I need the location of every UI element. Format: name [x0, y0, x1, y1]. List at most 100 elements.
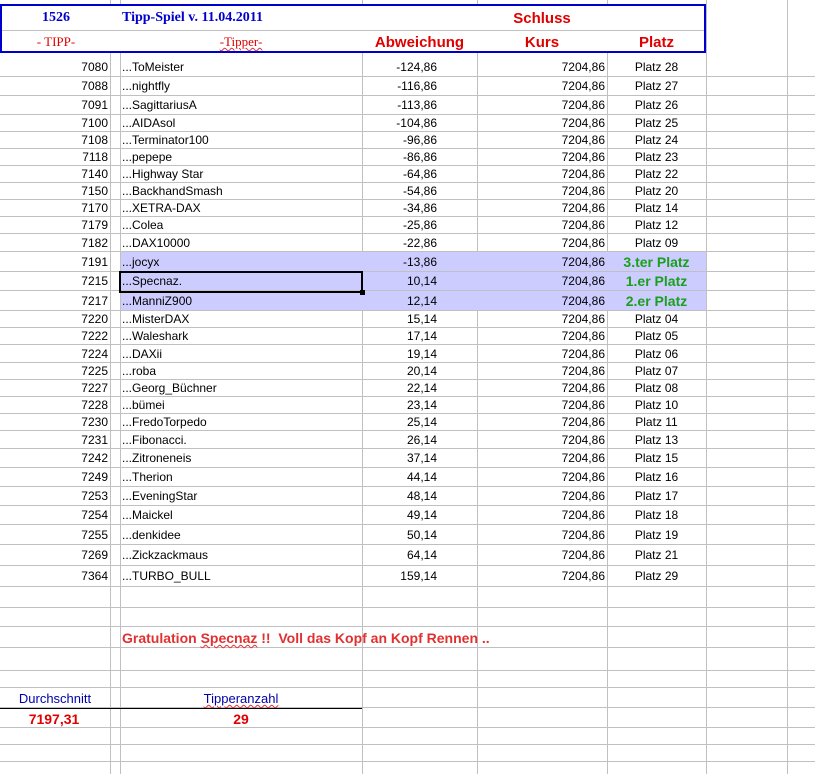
cell-abw[interactable]: 15,14: [362, 311, 437, 327]
cell-platz[interactable]: 3.ter Platz: [607, 252, 706, 271]
fill-handle[interactable]: [360, 290, 365, 295]
cell-tipp[interactable]: 7249: [0, 468, 108, 486]
table-row[interactable]: 7227 ...Georg_Büchner 22,14 7204,86 Platz 08: [0, 380, 815, 397]
cell-tipp[interactable]: 7242: [0, 449, 108, 467]
cell-tipp[interactable]: 7088: [0, 77, 108, 95]
average-label[interactable]: Durchschnitt: [0, 689, 110, 708]
cell-platz[interactable]: Platz 06: [607, 345, 706, 362]
cell-tipp[interactable]: 7100: [0, 115, 108, 131]
cell-kurs[interactable]: 7204,86: [477, 431, 605, 448]
table-row[interactable]: 7140 ...Highway Star -64,86 7204,86 Platz 22: [0, 166, 815, 183]
table-row[interactable]: 7091 ...SagittariusA -113,86 7204,86 Platz 2…: [0, 96, 815, 115]
col-header-tipp[interactable]: - TIPP-: [2, 31, 110, 53]
cell-platz[interactable]: Platz 07: [607, 363, 706, 379]
cell-abw[interactable]: 17,14: [362, 328, 437, 344]
cell-kurs[interactable]: 7204,86: [477, 77, 605, 95]
cell-abw[interactable]: -116,86: [362, 77, 437, 95]
cell-abw[interactable]: -54,86: [362, 183, 437, 199]
cell-tipper[interactable]: ...Georg_Büchner: [122, 380, 362, 396]
cell-tipper[interactable]: ...Therion: [122, 468, 362, 486]
cell-abw[interactable]: 64,14: [362, 545, 437, 565]
cell-platz[interactable]: 1.er Platz: [607, 272, 706, 290]
cell-tipper[interactable]: ...jocyx: [122, 252, 362, 271]
cell-kurs[interactable]: 7204,86: [477, 96, 605, 114]
cell-abw[interactable]: -22,86: [362, 234, 437, 251]
cell-tipper[interactable]: ...FredoTorpedo: [122, 414, 362, 430]
cell-tipp[interactable]: 7228: [0, 397, 108, 413]
cell-abw[interactable]: -34,86: [362, 200, 437, 216]
cell-tipper[interactable]: ...nightfly: [122, 77, 362, 95]
table-row[interactable]: 7217 ...ManniZ900 12,14 7204,86 2.er Platz: [0, 291, 815, 311]
cell-kurs[interactable]: 7204,86: [477, 311, 605, 327]
sheet-id[interactable]: 1526: [2, 6, 110, 30]
cell-platz[interactable]: Platz 27: [607, 77, 706, 95]
table-row[interactable]: 7108 ...Terminator100 -96,86 7204,86 Platz 2…: [0, 132, 815, 149]
empty-row[interactable]: [0, 671, 815, 688]
cell-abw[interactable]: 20,14: [362, 363, 437, 379]
cell-platz[interactable]: Platz 18: [607, 506, 706, 524]
cell-abw[interactable]: -64,86: [362, 166, 437, 182]
cell-tipp[interactable]: 7080: [0, 58, 108, 76]
cell-abw[interactable]: -104,86: [362, 115, 437, 131]
cell-kurs[interactable]: 7204,86: [477, 252, 605, 271]
cell-tipper[interactable]: ...DAXii: [122, 345, 362, 362]
table-row[interactable]: 7088 ...nightfly -116,86 7204,86 Platz 27: [0, 77, 815, 96]
cell-abw[interactable]: 12,14: [362, 291, 437, 310]
empty-row[interactable]: [0, 728, 815, 745]
table-row[interactable]: 7118 ...pepepe -86,86 7204,86 Platz 23: [0, 149, 815, 166]
cell-tipp[interactable]: 7227: [0, 380, 108, 396]
cell-platz[interactable]: Platz 22: [607, 166, 706, 182]
cell-platz[interactable]: Platz 04: [607, 311, 706, 327]
cell-tipper[interactable]: ...bümei: [122, 397, 362, 413]
cell-platz[interactable]: Platz 29: [607, 566, 706, 586]
gratulation-message[interactable]: Gratulation Specnaz !! Voll das Kopf an …: [122, 628, 490, 648]
cell-abw[interactable]: 44,14: [362, 468, 437, 486]
cell-tipp[interactable]: 7182: [0, 234, 108, 251]
cell-platz[interactable]: Platz 15: [607, 449, 706, 467]
cell-tipper[interactable]: ...XETRA-DAX: [122, 200, 362, 216]
cell-kurs[interactable]: 7204,86: [477, 487, 605, 505]
empty-row[interactable]: [0, 648, 815, 671]
cell-tipp[interactable]: 7108: [0, 132, 108, 148]
cell-tipper[interactable]: ...SagittariusA: [122, 96, 362, 114]
cell-platz[interactable]: Platz 11: [607, 414, 706, 430]
cell-tipper[interactable]: ...AIDAsol: [122, 115, 362, 131]
cell-abw[interactable]: 23,14: [362, 397, 437, 413]
table-row[interactable]: 7220 ...MisterDAX 15,14 7204,86 Platz 04: [0, 311, 815, 328]
cell-kurs[interactable]: 7204,86: [477, 58, 605, 76]
cell-tipper[interactable]: ...Zickzackmaus: [122, 545, 362, 565]
cell-tipp[interactable]: 7091: [0, 96, 108, 114]
cell-kurs[interactable]: 7204,86: [477, 132, 605, 148]
cell-kurs[interactable]: 7204,86: [477, 149, 605, 165]
cell-kurs[interactable]: 7204,86: [477, 566, 605, 586]
cell-tipp[interactable]: 7255: [0, 525, 108, 544]
cell-abw[interactable]: -25,86: [362, 217, 437, 233]
table-row[interactable]: 7182 ...DAX10000 -22,86 7204,86 Platz 09: [0, 234, 815, 252]
cell-tipp[interactable]: 7118: [0, 149, 108, 165]
cell-platz[interactable]: Platz 24: [607, 132, 706, 148]
table-row[interactable]: 7230 ...FredoTorpedo 25,14 7204,86 Platz 11: [0, 414, 815, 431]
col-header-kurs[interactable]: Kurs: [477, 31, 607, 53]
cell-tipper[interactable]: ...MisterDAX: [122, 311, 362, 327]
cell-tipp[interactable]: 7170: [0, 200, 108, 216]
cell-tipp[interactable]: 7179: [0, 217, 108, 233]
cell-kurs[interactable]: 7204,86: [477, 217, 605, 233]
cell-tipp[interactable]: 7230: [0, 414, 108, 430]
cell-tipp[interactable]: 7254: [0, 506, 108, 524]
cell-abw[interactable]: -96,86: [362, 132, 437, 148]
cell-tipper[interactable]: ...Waleshark: [122, 328, 362, 344]
selected-cell[interactable]: [119, 271, 363, 293]
cell-abw[interactable]: -124,86: [362, 58, 437, 76]
cell-tipper[interactable]: ...BackhandSmash: [122, 183, 362, 199]
cell-platz[interactable]: Platz 13: [607, 431, 706, 448]
average-value[interactable]: 7197,31: [0, 709, 108, 728]
cell-kurs[interactable]: 7204,86: [477, 468, 605, 486]
cell-kurs[interactable]: 7204,86: [477, 525, 605, 544]
spreadsheet[interactable]: 7080 ...ToMeister -124,86 7204,86 Platz 28 70…: [0, 0, 815, 774]
cell-platz[interactable]: Platz 10: [607, 397, 706, 413]
cell-platz[interactable]: Platz 23: [607, 149, 706, 165]
table-row[interactable]: 7224 ...DAXii 19,14 7204,86 Platz 06: [0, 345, 815, 363]
cell-abw[interactable]: 48,14: [362, 487, 437, 505]
table-row[interactable]: 7254 ...Maickel 49,14 7204,86 Platz 18: [0, 506, 815, 525]
cell-kurs[interactable]: 7204,86: [477, 414, 605, 430]
